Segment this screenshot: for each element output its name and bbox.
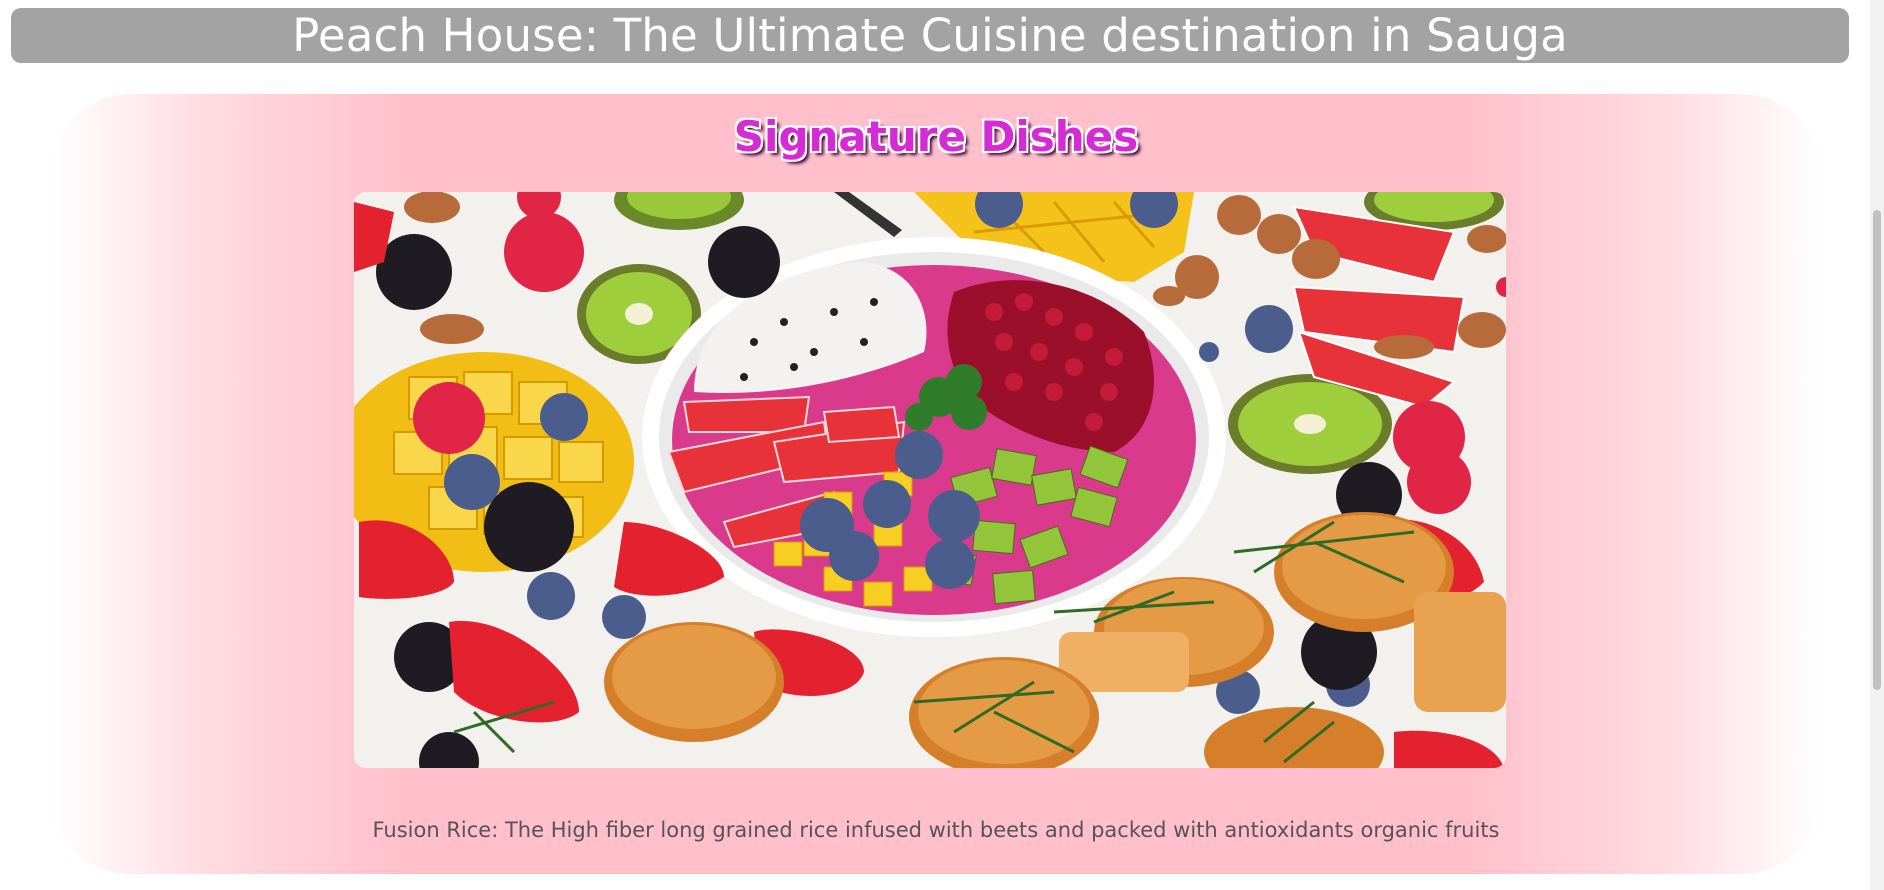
site-title: Peach House: The Ultimate Cuisine destin… — [292, 9, 1568, 62]
site-header: Peach House: The Ultimate Cuisine destin… — [11, 8, 1849, 63]
page-scrollbar[interactable] — [1870, 0, 1884, 890]
signature-dishes-card: Signature Dishes Fusion Rice: The High f… — [50, 94, 1822, 874]
scrollbar-thumb[interactable] — [1873, 210, 1881, 690]
dish-photo — [354, 192, 1506, 768]
section-title: Signature Dishes — [733, 112, 1139, 161]
dish-caption: Fusion Rice: The High fiber long grained… — [372, 818, 1500, 842]
